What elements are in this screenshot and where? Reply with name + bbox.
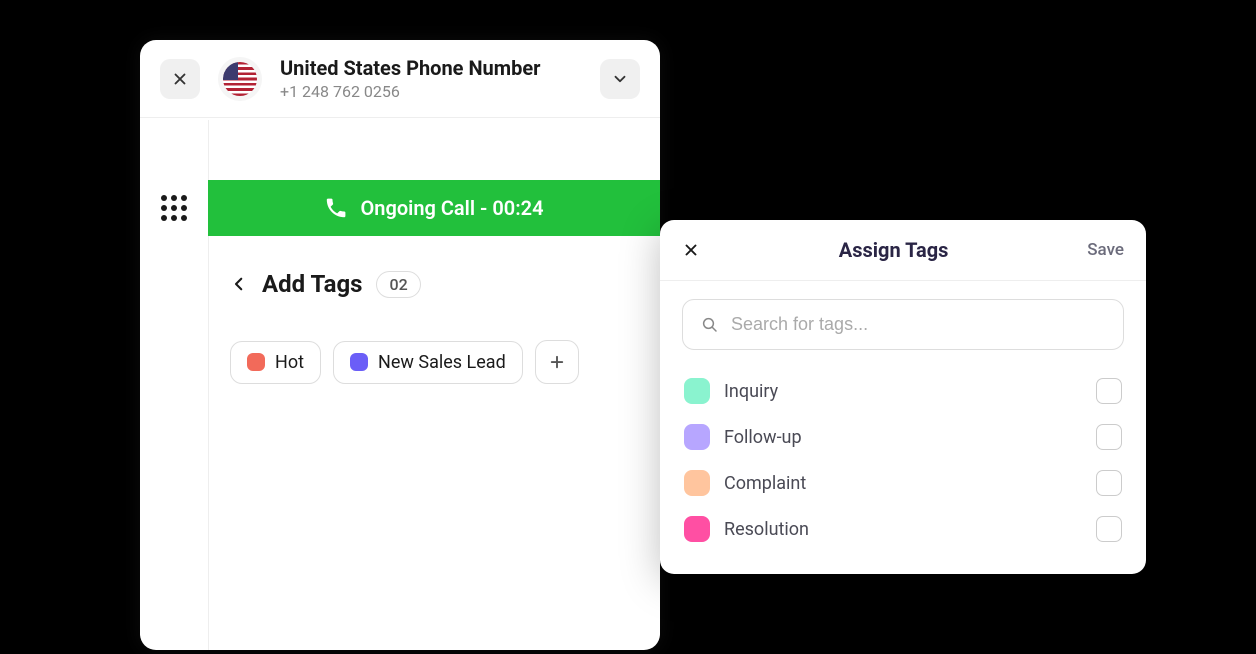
phone-info: United States Phone Number +1 248 762 02… [280, 56, 582, 101]
tag-option-label: Inquiry [724, 381, 1082, 402]
tag-checkbox[interactable] [1096, 470, 1122, 496]
add-tag-button[interactable] [535, 340, 579, 384]
search-input[interactable] [731, 314, 1105, 335]
tag-color-swatch [684, 378, 710, 404]
tag-option-label: Resolution [724, 519, 1082, 540]
close-icon [171, 70, 189, 88]
phone-title: United States Phone Number [280, 56, 582, 80]
tag-label: Hot [275, 352, 304, 373]
tag-option-complaint[interactable]: Complaint [682, 460, 1124, 506]
add-tags-title: Add Tags [262, 270, 362, 298]
plus-icon [548, 353, 566, 371]
back-button[interactable] [230, 273, 248, 295]
call-status-text: Ongoing Call - 00:24 [360, 196, 543, 220]
tag-checkbox[interactable] [1096, 378, 1122, 404]
tag-label: New Sales Lead [378, 352, 506, 373]
tag-count-badge: 02 [376, 271, 420, 298]
popup-close-button[interactable] [682, 241, 700, 259]
tag-chip-new-sales-lead[interactable]: New Sales Lead [333, 341, 523, 384]
tag-color-dot [350, 353, 368, 371]
close-icon [682, 241, 700, 259]
tag-option-label: Follow-up [724, 427, 1082, 448]
chevron-down-icon [611, 70, 629, 88]
tag-option-label: Complaint [724, 473, 1082, 494]
tag-color-swatch [684, 470, 710, 496]
close-button[interactable] [160, 59, 200, 99]
apps-grid-button[interactable] [154, 188, 194, 228]
tag-checkbox[interactable] [1096, 424, 1122, 450]
dropdown-button[interactable] [600, 59, 640, 99]
tag-chip-hot[interactable]: Hot [230, 341, 321, 384]
phone-icon [324, 196, 348, 220]
add-tags-header: Add Tags 02 [230, 270, 421, 298]
tag-color-dot [247, 353, 265, 371]
assign-tags-popup: Assign Tags Save Inquiry Follow-up Compl… [660, 220, 1146, 574]
panel-header: United States Phone Number +1 248 762 02… [140, 40, 660, 118]
search-icon [701, 316, 719, 334]
popup-header: Assign Tags Save [660, 220, 1146, 281]
tag-option-resolution[interactable]: Resolution [682, 506, 1124, 552]
save-button[interactable]: Save [1087, 240, 1124, 260]
country-flag [218, 57, 262, 101]
tag-checkbox[interactable] [1096, 516, 1122, 542]
phone-number: +1 248 762 0256 [280, 82, 582, 101]
popup-body: Inquiry Follow-up Complaint Resolution [660, 281, 1146, 574]
call-panel: United States Phone Number +1 248 762 02… [140, 40, 660, 650]
us-flag-icon [223, 62, 257, 96]
tag-color-swatch [684, 516, 710, 542]
tag-option-follow-up[interactable]: Follow-up [682, 414, 1124, 460]
ongoing-call-banner[interactable]: Ongoing Call - 00:24 [208, 180, 660, 236]
popup-title: Assign Tags [700, 238, 1087, 262]
selected-tags-row: Hot New Sales Lead [230, 340, 579, 384]
tag-color-swatch [684, 424, 710, 450]
chevron-left-icon [230, 273, 248, 295]
search-box[interactable] [682, 299, 1124, 350]
tag-option-inquiry[interactable]: Inquiry [682, 368, 1124, 414]
